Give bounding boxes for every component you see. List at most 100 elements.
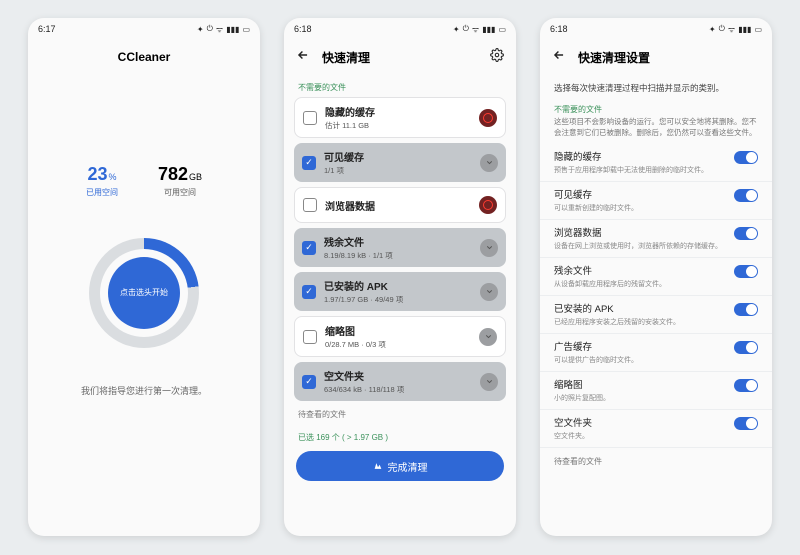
toggle-switch[interactable] [734,341,758,354]
setting-text: 空文件夹空文件夹。 [554,415,726,441]
checkbox[interactable] [302,241,316,255]
clean-item[interactable]: 残余文件8.19/8.19 kB · 1/1 项 [294,228,506,267]
status-time: 6:18 [294,24,312,34]
setting-row[interactable]: 已安装的 APK 已经应用程序安装之后残留的安装文件。 [540,296,772,334]
status-icons: ✦⏻ᯤ▮▮▮▭ [197,24,250,35]
toggle-switch[interactable] [734,379,758,392]
item-text: 空文件夹634/634 kB · 118/118 项 [324,368,472,395]
status-bar: 6:18 ✦⏻ᯤ▮▮▮▭ [284,18,516,40]
setting-text: 残余文件从设备卸载应用程序后的残留文件。 [554,263,726,289]
item-text: 可见缓存1/1 项 [324,149,472,176]
subheading: 不需要的文件 [540,98,772,117]
item-title: 残余文件 [324,234,472,249]
chevron-down-icon[interactable] [479,328,497,346]
item-sub: 634/634 kB · 118/118 项 [324,384,472,395]
screen-quick-clean: 6:18 ✦⏻ᯤ▮▮▮▭ 快速清理 不需要的文件 隐藏的缓存估计 11.1 GB… [284,18,516,536]
clean-item[interactable]: 空文件夹634/634 kB · 118/118 项 [294,362,506,401]
setting-title: 广告缓存 [554,339,726,353]
finish-button-label: 完成清理 [388,459,428,474]
clean-item[interactable]: 隐藏的缓存估计 11.1 GB [294,97,506,138]
used-label: 已用空间 [86,187,118,198]
gear-icon[interactable] [490,48,504,67]
clean-item[interactable]: 可见缓存1/1 项 [294,143,506,182]
free-val: 782 [158,164,188,184]
setting-sub: 设备在网上浏览或使用时，浏览器所依赖的存储缓存。 [554,241,726,251]
checkbox[interactable] [302,285,316,299]
setting-text: 浏览器数据设备在网上浏览或使用时，浏览器所依赖的存储缓存。 [554,225,726,251]
setting-row[interactable]: 残余文件从设备卸载应用程序后的残留文件。 [540,258,772,296]
app-title: 快速清理设置 [578,49,760,66]
progress-ring: 点击选头开始 [28,238,260,348]
item-sub: 0/28.7 MB · 0/3 项 [325,339,471,350]
clean-item[interactable]: 已安装的 APK1.97/1.97 GB · 49/49 项 [294,272,506,311]
clean-item[interactable]: 浏览器数据 [294,187,506,223]
toggle-switch[interactable] [734,151,758,164]
used-pct: 23 [87,164,107,184]
used-stat: 23% 已用空间 [86,164,118,198]
setting-row[interactable]: 可见缓存可以重新创建的临时文件。 [540,182,772,220]
clean-item[interactable]: 缩略图0/28.7 MB · 0/3 项 [294,316,506,357]
screen-settings: 6:18 ✦⏻ᯤ▮▮▮▭ 快速清理设置 选择每次快速清理过程中扫描并显示的类别。… [540,18,772,536]
finish-button[interactable]: 完成清理 [296,451,504,481]
setting-title: 残余文件 [554,263,726,277]
setting-row[interactable]: 空文件夹空文件夹。 [540,410,772,448]
item-sub: 估计 11.1 GB [325,120,471,131]
checkbox[interactable] [303,330,317,344]
warning-icon[interactable] [479,196,497,214]
item-title: 已安装的 APK [324,278,472,293]
app-title: CCleaner [118,50,171,64]
setting-title: 浏览器数据 [554,225,726,239]
setting-row[interactable]: 隐藏的缓存预售于应用程序卸载中无法使用删除的临时文件。 [540,144,772,182]
toggle-switch[interactable] [734,227,758,240]
scan-summary: 已选 169 个 ( > 1.97 GB ) [284,424,516,447]
checkbox[interactable] [302,156,316,170]
item-text: 已安装的 APK1.97/1.97 GB · 49/49 项 [324,278,472,305]
setting-text: 可见缓存可以重新创建的临时文件。 [554,187,726,213]
app-bar: CCleaner [28,40,260,74]
setting-row[interactable]: 浏览器数据设备在网上浏览或使用时，浏览器所依赖的存储缓存。 [540,220,772,258]
intro-text: 选择每次快速清理过程中扫描并显示的类别。 [540,74,772,98]
chevron-down-icon[interactable] [480,283,498,301]
setting-title: 缩略图 [554,377,726,391]
item-title: 缩略图 [325,323,471,338]
setting-title: 空文件夹 [554,415,726,429]
checkbox[interactable] [303,198,317,212]
setting-row[interactable]: 缩略图小的照片复配图。 [540,372,772,410]
back-icon[interactable] [552,48,566,67]
toggle-list: 隐藏的缓存预售于应用程序卸载中无法使用删除的临时文件。可见缓存可以重新创建的临时… [540,144,772,448]
setting-sub: 已经应用程序安装之后残留的安装文件。 [554,317,726,327]
setting-text: 广告缓存可以提供广告的临时文件。 [554,339,726,365]
setting-text: 已安装的 APK 已经应用程序安装之后残留的安装文件。 [554,301,726,327]
app-bar: 快速清理设置 [540,40,772,74]
item-sub: 8.19/8.19 kB · 1/1 项 [324,250,472,261]
chevron-down-icon[interactable] [480,154,498,172]
app-bar: 快速清理 [284,40,516,74]
chevron-down-icon[interactable] [480,239,498,257]
setting-row[interactable]: 广告缓存可以提供广告的临时文件。 [540,334,772,372]
status-time: 6:17 [38,24,56,34]
toggle-switch[interactable] [734,189,758,202]
chevron-down-icon[interactable] [480,373,498,391]
item-text: 浏览器数据 [325,198,471,213]
setting-sub: 空文件夹。 [554,431,726,441]
setting-sub: 从设备卸载应用程序后的残留文件。 [554,279,726,289]
free-label: 可用空间 [158,187,202,198]
warning-icon[interactable] [479,109,497,127]
checkbox[interactable] [303,111,317,125]
description: 这些项目不会影响设备的运行。您可以安全地将其删除。您不会注意到它们已被删除。删除… [540,117,772,144]
setting-title: 已安装的 APK [554,301,726,315]
toggle-switch[interactable] [734,265,758,278]
setting-sub: 可以提供广告的临时文件。 [554,355,726,365]
item-title: 空文件夹 [324,368,472,383]
status-time: 6:18 [550,24,568,34]
checkbox[interactable] [302,375,316,389]
toggle-switch[interactable] [734,303,758,316]
back-icon[interactable] [296,48,310,67]
clean-items: 隐藏的缓存估计 11.1 GB 可见缓存1/1 项浏览器数据残余文件8.19/8.… [284,97,516,401]
item-title: 隐藏的缓存 [325,104,471,119]
toggle-switch[interactable] [734,417,758,430]
status-bar: 6:18 ✦⏻ᯤ▮▮▮▭ [540,18,772,40]
item-sub: 1/1 项 [324,165,472,176]
scan-button[interactable]: 点击选头开始 [108,257,180,329]
scan-button-label: 点击选头开始 [120,288,168,298]
